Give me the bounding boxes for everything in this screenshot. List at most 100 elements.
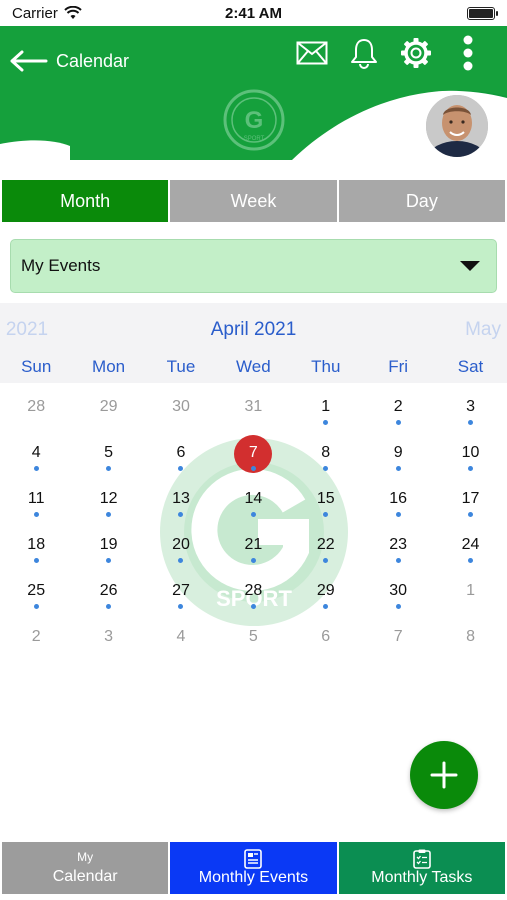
more-options-button[interactable] — [451, 35, 485, 71]
day-number: 31 — [244, 398, 263, 415]
weekday-tue: Tue — [166, 357, 196, 376]
calendar-day[interactable]: 31 — [217, 384, 289, 430]
back-button[interactable]: Calendar — [10, 50, 129, 72]
event-indicator-dot — [395, 512, 401, 517]
calendar-day[interactable]: 15 — [290, 476, 362, 522]
calendar-day[interactable]: 5 — [217, 614, 289, 660]
gsport-logo: G SPORT — [223, 89, 285, 151]
calendar-day[interactable]: 11 — [0, 476, 72, 522]
add-event-button[interactable] — [410, 741, 478, 809]
nav-monthly-tasks[interactable]: Monthly Tasks — [338, 842, 505, 894]
calendar-day[interactable]: 6 — [290, 614, 362, 660]
calendar-day[interactable]: 14 — [217, 476, 289, 522]
day-number: 8 — [466, 628, 475, 645]
calendar-day[interactable]: 23 — [362, 522, 434, 568]
nav-my-label: My — [77, 850, 94, 864]
calendar-day[interactable]: 1 — [434, 568, 506, 614]
day-number: 7 — [248, 444, 258, 461]
event-indicator-dot — [33, 466, 39, 471]
calendar-day[interactable]: 16 — [362, 476, 434, 522]
mail-button[interactable] — [295, 36, 329, 70]
calendar-day[interactable]: 19 — [72, 522, 144, 568]
event-indicator-dot — [468, 558, 474, 563]
day-number: 29 — [99, 398, 118, 415]
calendar-day[interactable]: 8 — [290, 430, 362, 476]
calendar-day[interactable]: 30 — [145, 384, 217, 430]
wifi-icon — [64, 6, 82, 19]
calendar-day[interactable]: 22 — [290, 522, 362, 568]
calendar-day[interactable]: 10 — [434, 430, 506, 476]
calendar-day[interactable]: 20 — [145, 522, 217, 568]
day-number: 1 — [466, 582, 475, 599]
nav-my-calendar[interactable]: My Calendar — [2, 842, 171, 894]
event-indicator-dot — [250, 604, 256, 609]
view-tabs: Month Week Day — [2, 180, 505, 222]
calendar-day[interactable]: 24 — [434, 522, 506, 568]
event-indicator-dot — [468, 466, 474, 471]
more-vertical-icon — [463, 35, 473, 71]
day-number: 1 — [321, 398, 331, 415]
calendar-day[interactable]: 9 — [362, 430, 434, 476]
logo-text: SPORT — [244, 136, 265, 142]
calendar-day[interactable]: 27 — [145, 568, 217, 614]
calendar-day[interactable]: 8 — [434, 614, 506, 660]
event-indicator-dot — [395, 558, 401, 563]
calendar-day[interactable]: 26 — [72, 568, 144, 614]
calendar-day[interactable]: 28 — [0, 384, 72, 430]
calendar-day[interactable]: 29 — [290, 568, 362, 614]
day-number: 30 — [389, 582, 408, 599]
day-number: 5 — [104, 444, 114, 461]
calendar-day[interactable]: 18 — [0, 522, 72, 568]
calendar-day[interactable]: 29 — [72, 384, 144, 430]
calendar-day-today[interactable]: 7 — [217, 430, 289, 476]
plus-icon — [430, 761, 458, 789]
calendar-day[interactable]: 7 — [362, 614, 434, 660]
day-number: 8 — [321, 444, 331, 461]
nav-monthly-events[interactable]: Monthly Events — [170, 842, 339, 894]
calendar-day[interactable]: 2 — [0, 614, 72, 660]
calendar-week-row: 11 12 13 14 15 16 17 — [0, 476, 507, 522]
month-navigator: n 2021 April 2021 May — [0, 303, 507, 353]
event-indicator-dot — [178, 604, 184, 609]
calendar-day[interactable]: 6 — [145, 430, 217, 476]
mail-icon — [296, 41, 328, 65]
calendar-day[interactable]: 17 — [434, 476, 506, 522]
weekday-header: Sun Mon Tue Wed Thu Fri Sat — [0, 353, 507, 383]
day-number: 16 — [389, 490, 408, 507]
day-number: 2 — [31, 628, 41, 645]
calendar-day[interactable]: 12 — [72, 476, 144, 522]
gear-icon — [401, 38, 431, 68]
calendar-day[interactable]: 25 — [0, 568, 72, 614]
settings-button[interactable] — [399, 36, 433, 70]
day-number: 20 — [172, 536, 190, 553]
day-number: 28 — [27, 398, 46, 415]
calendar-day[interactable]: 13 — [145, 476, 217, 522]
tab-day[interactable]: Day — [338, 180, 505, 222]
event-indicator-dot — [106, 512, 112, 517]
calendar-day[interactable]: 3 — [434, 384, 506, 430]
day-number: 11 — [27, 490, 45, 507]
calendar-day[interactable]: 5 — [72, 430, 144, 476]
tab-week[interactable]: Week — [170, 180, 339, 222]
event-indicator-dot — [395, 604, 401, 609]
calendar-day[interactable]: 30 — [362, 568, 434, 614]
event-indicator-dot — [468, 420, 474, 425]
calendar-day[interactable]: 2 — [362, 384, 434, 430]
calendar-day[interactable]: 21 — [217, 522, 289, 568]
tab-month[interactable]: Month — [2, 180, 171, 222]
calendar-week-row: 18 19 20 21 22 23 24 — [0, 522, 507, 568]
calendar-day[interactable]: 3 — [72, 614, 144, 660]
events-filter-dropdown[interactable]: My Events — [10, 239, 497, 293]
notifications-button[interactable] — [347, 36, 381, 70]
day-number: 28 — [244, 582, 263, 599]
status-left: Carrier — [12, 5, 82, 22]
day-number: 3 — [104, 628, 114, 645]
day-number: 23 — [389, 536, 408, 553]
calendar-day[interactable]: 28 — [217, 568, 289, 614]
avatar[interactable] — [424, 93, 490, 159]
calendar-day[interactable]: 1 — [290, 384, 362, 430]
calendar-grid: 28 29 30 31 1 2 3 4 5 6 7 8 9 10 11 12 13 14 15 16 17 18 19 20 2… — [0, 384, 507, 660]
calendar-day[interactable]: 4 — [145, 614, 217, 660]
next-month[interactable]: May — [465, 319, 501, 341]
calendar-day[interactable]: 4 — [0, 430, 72, 476]
